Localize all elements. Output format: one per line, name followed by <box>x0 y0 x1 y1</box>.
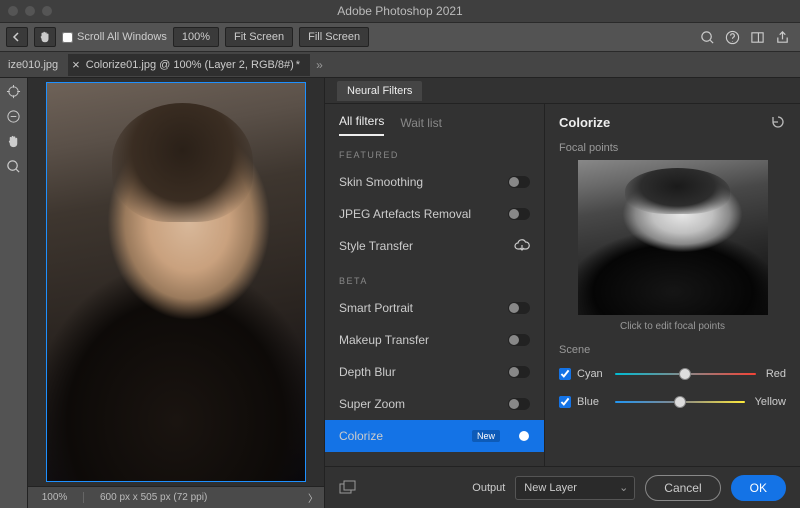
scroll-all-label: Scroll All Windows <box>77 31 167 43</box>
titlebar: Adobe Photoshop 2021 <box>0 0 800 22</box>
toggle-makeup-transfer[interactable] <box>508 334 530 346</box>
status-zoom[interactable]: 100% <box>34 492 84 503</box>
toggle-depth-blur[interactable] <box>508 366 530 378</box>
minimize-window-button[interactable] <box>25 6 35 16</box>
help-icon[interactable] <box>725 30 740 45</box>
filter-category-tabs: All filters Wait list <box>325 104 544 136</box>
section-featured: FEATURED <box>325 136 544 166</box>
tab-close-icon[interactable]: × <box>72 57 80 72</box>
slider-right-label: Red <box>766 368 786 380</box>
tab-dirty-indicator: * <box>296 59 300 71</box>
toggle-super-zoom[interactable] <box>508 398 530 410</box>
slider-blue-yellow-track[interactable] <box>615 392 745 412</box>
toggle-skin-smoothing[interactable] <box>508 176 530 188</box>
focal-points-label: Focal points <box>559 142 786 154</box>
filter-smart-portrait[interactable]: Smart Portrait <box>325 292 544 324</box>
document-tab-active[interactable]: × Colorize01.jpg @ 100% (Layer 2, RGB/8#)… <box>68 54 310 76</box>
status-menu-icon[interactable]: 〉 <box>308 490 318 505</box>
tools-panel <box>0 78 28 508</box>
filter-jpeg-artefacts[interactable]: JPEG Artefacts Removal <box>325 198 544 230</box>
search-icon[interactable] <box>700 30 715 45</box>
toggle-smart-portrait[interactable] <box>508 302 530 314</box>
app-title: Adobe Photoshop 2021 <box>337 4 462 18</box>
zoom-level-field[interactable]: 100% <box>173 27 219 47</box>
slider-cyan-red: Cyan Red <box>559 364 786 384</box>
document-tabs: ize010.jpg × Colorize01.jpg @ 100% (Layer… <box>0 52 800 78</box>
fit-screen-button[interactable]: Fit Screen <box>225 27 293 47</box>
status-bar: 100% 600 px x 505 px (72 ppi) 〉 <box>28 486 324 508</box>
filter-list-column: All filters Wait list FEATURED Skin Smoo… <box>325 104 545 466</box>
workspace-icon[interactable] <box>750 30 765 45</box>
scene-label: Scene <box>559 344 786 356</box>
options-bar: Scroll All Windows 100% Fit Screen Fill … <box>0 22 800 52</box>
hand-tool-icon[interactable] <box>34 27 56 47</box>
fill-screen-button[interactable]: Fill Screen <box>299 27 369 47</box>
toggle-jpeg-artefacts[interactable] <box>508 208 530 220</box>
document-canvas[interactable] <box>46 82 306 482</box>
cloud-download-icon[interactable] <box>514 239 530 253</box>
zoom-tool-icon[interactable] <box>6 159 21 174</box>
tab-all-filters[interactable]: All filters <box>339 114 384 136</box>
filter-colorize[interactable]: ColorizeNew <box>325 420 544 452</box>
slider-left-label: Blue <box>577 396 605 408</box>
back-button[interactable] <box>6 27 28 47</box>
slider-cyan-red-checkbox[interactable] <box>559 368 571 380</box>
layer-preview-icon[interactable] <box>339 480 357 496</box>
filter-skin-smoothing[interactable]: Skin Smoothing <box>325 166 544 198</box>
reset-icon[interactable] <box>770 114 786 130</box>
filter-settings-column: Colorize Focal points Click to edit foca… <box>545 104 800 466</box>
tab-overflow-icon[interactable]: » <box>316 58 323 72</box>
tab-wait-list[interactable]: Wait list <box>400 116 442 136</box>
settings-title: Colorize <box>559 115 610 130</box>
document-tab-inactive[interactable]: ize010.jpg <box>4 54 68 76</box>
window-controls <box>8 6 52 16</box>
toggle-colorize[interactable] <box>508 430 530 442</box>
output-label: Output <box>472 482 505 494</box>
canvas-area: 100% 600 px x 505 px (72 ppi) 〉 <box>28 78 324 508</box>
filter-depth-blur[interactable]: Depth Blur <box>325 356 544 388</box>
panel-tab-neural-filters[interactable]: Neural Filters <box>337 81 422 101</box>
crosshair-tool-icon[interactable] <box>6 84 21 99</box>
panel-tabs: Neural Filters <box>325 78 800 104</box>
ok-button[interactable]: OK <box>731 475 786 501</box>
slider-blue-yellow: Blue Yellow <box>559 392 786 412</box>
filter-style-transfer[interactable]: Style Transfer <box>325 230 544 262</box>
filter-super-zoom[interactable]: Super Zoom <box>325 388 544 420</box>
slider-blue-yellow-checkbox[interactable] <box>559 396 571 408</box>
panel-footer: Output New Layer Cancel OK <box>325 466 800 508</box>
status-dimensions: 600 px x 505 px (72 ppi) <box>96 492 207 503</box>
maximize-window-button[interactable] <box>42 6 52 16</box>
slider-right-label: Yellow <box>755 396 786 408</box>
scroll-all-windows-checkbox[interactable]: Scroll All Windows <box>62 31 167 43</box>
new-badge: New <box>472 430 500 442</box>
output-select[interactable]: New Layer <box>515 476 635 500</box>
hand-tool-icon[interactable] <box>6 134 21 149</box>
slider-cyan-red-track[interactable] <box>615 364 756 384</box>
cancel-button[interactable]: Cancel <box>645 475 720 501</box>
slider-left-label: Cyan <box>577 368 605 380</box>
remove-tool-icon[interactable] <box>6 109 21 124</box>
neural-filters-panel: Neural Filters All filters Wait list FEA… <box>324 78 800 508</box>
share-icon[interactable] <box>775 30 790 45</box>
tab-label: ize010.jpg <box>8 59 58 71</box>
filter-makeup-transfer[interactable]: Makeup Transfer <box>325 324 544 356</box>
section-beta: BETA <box>325 262 544 292</box>
close-window-button[interactable] <box>8 6 18 16</box>
tab-label: Colorize01.jpg @ 100% (Layer 2, RGB/8#) <box>86 59 294 71</box>
focal-points-caption: Click to edit focal points <box>559 321 786 332</box>
focal-points-preview[interactable] <box>578 160 768 315</box>
